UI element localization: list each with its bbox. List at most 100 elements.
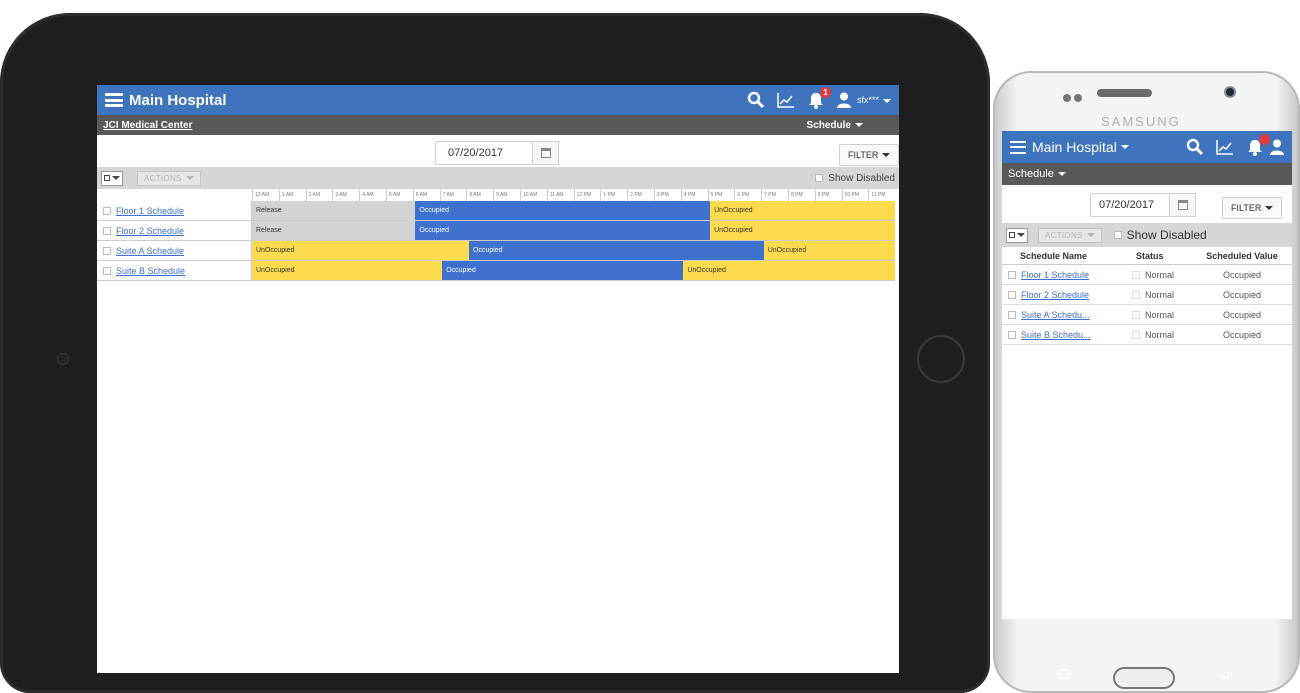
calendar-button[interactable] [533, 141, 559, 165]
schedule-link[interactable]: Floor 1 Schedule [116, 206, 184, 216]
schedule-link[interactable]: Floor 2 Schedule [116, 226, 184, 236]
schedule-timeline: 12 AM 1 AM 2 AM 3 AM 4 AM 5 AM 6 AM 7 AM 8 AM 9 A… [97, 189, 899, 285]
schedule-link[interactable]: Floor 1 Schedule [1021, 270, 1089, 280]
schedule-segment-release[interactable]: Release [252, 221, 416, 240]
notification-bell-icon[interactable] [1246, 134, 1270, 156]
show-disabled-checkbox[interactable] [815, 174, 824, 182]
schedule-segment-occupied[interactable]: Occupied [415, 221, 711, 240]
schedule-segment-occupied[interactable]: Occupied [469, 241, 764, 260]
actions-button[interactable]: ACTIONS [1038, 227, 1102, 243]
schedule-segment-unoccupied[interactable]: UnOccupied [252, 261, 443, 280]
show-disabled-label: Show Disabled [828, 172, 895, 184]
checkbox-icon [1009, 232, 1015, 238]
schedule-link[interactable]: Suite A Schedu... [1021, 310, 1090, 320]
time-label: 3 AM [332, 189, 359, 201]
schedule-link[interactable]: Suite B Schedu... [1021, 330, 1091, 340]
actions-button[interactable]: ACTIONS [137, 170, 201, 186]
schedule-link[interactable]: Suite A Schedule [116, 246, 184, 256]
show-disabled-checkbox[interactable] [1113, 231, 1122, 239]
search-icon[interactable] [747, 91, 765, 109]
notification-bell-icon[interactable]: 1 [807, 87, 831, 109]
schedule-segment-occupied[interactable]: Occupied [442, 261, 684, 280]
date-input[interactable]: 07/20/2017 [435, 141, 533, 165]
row-checkbox[interactable] [1008, 290, 1016, 299]
hamburger-menu-icon[interactable] [1010, 140, 1026, 154]
date-input[interactable]: 07/20/2017 [1090, 193, 1170, 217]
time-label: 2 PM [627, 189, 654, 201]
filter-button[interactable]: FILTER [839, 144, 899, 166]
schedule-link[interactable]: Suite B Schedule [116, 266, 185, 276]
column-header-value[interactable]: Scheduled Value [1192, 251, 1292, 261]
status-cell: Normal [1132, 290, 1192, 300]
tablet-camera [57, 353, 69, 365]
time-label: 10 PM [841, 189, 869, 201]
schedule-row[interactable]: Suite B Schedule UnOccupied Occupied UnOccu… [97, 261, 895, 281]
app-header: Main Hospital 1 sfx*** [97, 85, 899, 115]
tablet-screen: Main Hospital 1 sfx*** JCI Medical Cente… [97, 85, 899, 673]
time-label: 1 PM [600, 189, 627, 201]
time-label: 11 PM [868, 189, 895, 201]
schedule-row[interactable]: Floor 1 Schedule Release Occupied UnOccupie… [97, 201, 895, 221]
hamburger-menu-icon[interactable] [105, 93, 123, 107]
actions-label: ACTIONS [144, 173, 182, 183]
column-header-status[interactable]: Status [1132, 251, 1192, 261]
filter-button[interactable]: FILTER [1222, 197, 1283, 219]
schedule-segment-unoccupied[interactable]: UnOccupied [763, 241, 895, 260]
table-row[interactable]: Floor 2 Schedule Normal Occupied [1002, 285, 1292, 305]
schedule-bars: Release Occupied UnOccupied [252, 201, 895, 220]
schedule-bars: UnOccupied Occupied UnOccupied [252, 241, 895, 260]
show-disabled-toggle[interactable]: Show Disabled [1113, 228, 1207, 242]
schedule-link[interactable]: Floor 2 Schedule [1021, 290, 1089, 300]
recent-apps-icon[interactable] [1059, 669, 1069, 679]
row-checkbox[interactable] [103, 226, 111, 235]
schedule-segment-unoccupied[interactable]: UnOccupied [252, 241, 469, 260]
user-icon[interactable] [836, 92, 851, 108]
row-checkbox[interactable] [103, 266, 111, 275]
chevron-down-icon [855, 122, 863, 127]
schedule-segment-unoccupied[interactable]: UnOccupied [683, 261, 895, 280]
time-axis: 12 AM 1 AM 2 AM 3 AM 4 AM 5 AM 6 AM 7 AM 8 AM 9 A… [252, 189, 895, 201]
table-row[interactable]: Suite B Schedu... Normal Occupied [1002, 325, 1292, 345]
column-header-name[interactable]: Schedule Name [1002, 251, 1132, 261]
schedule-name-cell: Suite A Schedule [97, 241, 252, 260]
phone-home-button[interactable] [1113, 667, 1175, 689]
trend-chart-icon[interactable] [1216, 139, 1234, 155]
row-checkbox[interactable] [1008, 310, 1016, 319]
view-menu-dropdown[interactable]: Schedule [807, 120, 863, 131]
chevron-down-icon [112, 176, 120, 180]
tablet-home-button[interactable] [917, 335, 965, 383]
user-name: sfx*** [856, 95, 879, 105]
view-menu-dropdown[interactable]: Schedule [1008, 168, 1066, 180]
select-all-dropdown[interactable] [101, 170, 123, 186]
schedule-segment-unoccupied[interactable]: UnOccupied [710, 201, 895, 220]
view-menu-label: Schedule [806, 119, 851, 131]
date-row: 07/20/2017 FILTER [97, 135, 899, 167]
calendar-button[interactable] [1170, 193, 1196, 217]
schedule-row[interactable]: Floor 2 Schedule Release Occupied UnOccupie… [97, 221, 895, 241]
status-text: Normal [1145, 329, 1175, 340]
phone-app-title[interactable]: Main Hospital [1032, 139, 1117, 155]
search-icon[interactable] [1186, 138, 1204, 156]
select-all-dropdown[interactable] [1006, 227, 1028, 243]
calendar-icon [540, 148, 551, 158]
site-link[interactable]: JCI Medical Center [103, 120, 192, 131]
table-row[interactable]: Floor 1 Schedule Normal Occupied [1002, 265, 1292, 285]
row-checkbox[interactable] [103, 206, 111, 215]
user-menu[interactable]: sfx*** [857, 95, 891, 105]
row-checkbox[interactable] [1008, 330, 1016, 339]
schedule-segment-release[interactable]: Release [252, 201, 416, 220]
phone-app-header: Main Hospital [1002, 131, 1292, 163]
schedule-segment-occupied[interactable]: Occupied [415, 201, 711, 220]
status-text: Normal [1145, 269, 1175, 280]
schedule-segment-unoccupied[interactable]: UnOccupied [710, 221, 895, 240]
phone-sensors [1063, 89, 1085, 102]
back-icon[interactable]: ↵ [1221, 670, 1231, 684]
schedule-row[interactable]: Suite A Schedule UnOccupied Occupied UnOccu… [97, 241, 895, 261]
row-checkbox[interactable] [1008, 270, 1016, 279]
show-disabled-toggle[interactable]: Show Disabled [815, 173, 895, 184]
time-label: 6 PM [734, 189, 761, 201]
row-checkbox[interactable] [103, 246, 111, 255]
table-row[interactable]: Suite A Schedu... Normal Occupied [1002, 305, 1292, 325]
user-icon[interactable] [1270, 139, 1284, 155]
trend-chart-icon[interactable] [777, 92, 795, 108]
